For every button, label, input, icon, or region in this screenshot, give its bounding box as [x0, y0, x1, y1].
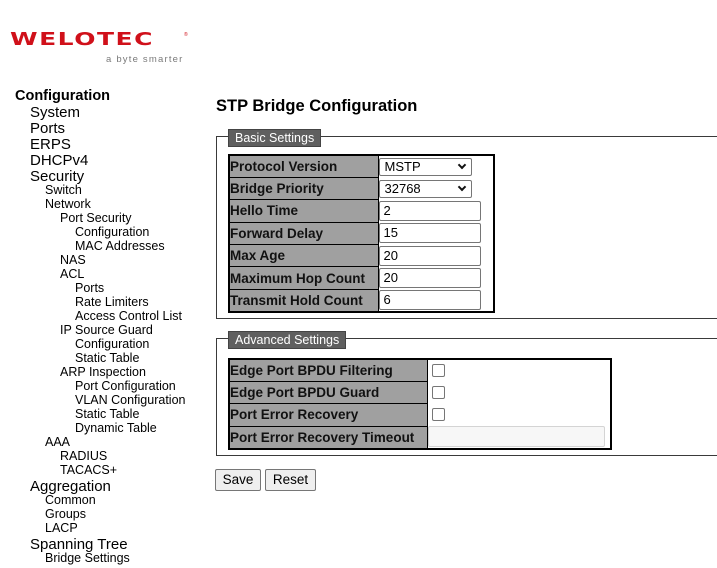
- sidebar-item-lacp[interactable]: LACP: [45, 521, 78, 535]
- registered-mark-icon: ®: [184, 32, 188, 38]
- table-row: Bridge Priority 32768: [228, 176, 494, 201]
- sidebar-item-configuration[interactable]: Configuration: [75, 337, 149, 351]
- bridge-priority-select[interactable]: 32768: [378, 179, 472, 198]
- error-recovery-label: Port Error Recovery: [228, 403, 428, 427]
- table-row: Edge Port BPDU Guard: [228, 380, 611, 405]
- forward-delay-input[interactable]: 15: [378, 223, 481, 244]
- bpdu-guard-checkbox[interactable]: [431, 386, 445, 400]
- sidebar-item-switch[interactable]: Switch: [45, 183, 82, 197]
- sidebar-item-vlan-configuration[interactable]: VLAN Configuration: [75, 393, 185, 407]
- bpdu-guard-label: Edge Port BPDU Guard: [228, 380, 428, 405]
- sidebar-item-rate-limiters[interactable]: Rate Limiters: [75, 295, 149, 309]
- sidebar-item-acl[interactable]: ACL: [60, 267, 84, 281]
- save-button[interactable]: Save: [215, 469, 261, 491]
- sidebar-item-mac-addresses[interactable]: MAC Addresses: [75, 239, 165, 253]
- chevron-down-icon: [457, 160, 466, 169]
- error-recovery-timeout-label: Port Error Recovery Timeout: [228, 425, 428, 450]
- forward-delay-label: Forward Delay: [228, 221, 379, 246]
- sidebar-item-configuration[interactable]: Configuration: [75, 225, 149, 239]
- bpdu-filtering-label: Edge Port BPDU Filtering: [228, 358, 428, 382]
- tx-hold-count-input[interactable]: 6: [378, 290, 481, 311]
- welotec-logo: WELOTEC ® a byte smarter: [10, 30, 190, 70]
- advanced-settings-fieldset: Advanced Settings Edge Port BPDU Filteri…: [216, 331, 717, 456]
- advanced-settings-legend: Advanced Settings: [228, 331, 347, 349]
- table-row: Port Error Recovery Timeout: [228, 425, 611, 450]
- sidebar-item-network[interactable]: Network: [45, 197, 91, 211]
- table-row: Port Error Recovery: [228, 403, 611, 427]
- protocol-version-label: Protocol Version: [228, 154, 379, 178]
- sidebar-item-dynamic-table[interactable]: Dynamic Table: [75, 421, 157, 435]
- table-row: Maximum Hop Count 20: [228, 266, 494, 290]
- sidebar-item-groups[interactable]: Groups: [45, 507, 86, 521]
- basic-settings-fieldset: Basic Settings Protocol Version MSTP Bri…: [216, 129, 717, 319]
- sidebar-item-dhcpv4[interactable]: DHCPv4: [30, 152, 88, 169]
- sidebar-item-system[interactable]: System: [30, 104, 80, 121]
- sidebar-item-ports[interactable]: Ports: [75, 281, 104, 295]
- table-row: Hello Time 2: [228, 199, 494, 223]
- table-row: Transmit Hold Count 6: [228, 288, 494, 313]
- hello-time-input[interactable]: 2: [378, 200, 481, 221]
- max-age-input[interactable]: 20: [378, 245, 481, 266]
- sidebar-item-ports[interactable]: Ports: [30, 120, 65, 137]
- sidebar-item-static-table[interactable]: Static Table: [75, 407, 139, 421]
- chevron-down-icon: [457, 182, 466, 191]
- protocol-version-value: MSTP: [384, 158, 421, 174]
- sidebar-item-erps[interactable]: ERPS: [30, 136, 71, 153]
- page-title: STP Bridge Configuration: [216, 97, 418, 115]
- sidebar-item-configuration[interactable]: Configuration: [15, 88, 110, 104]
- table-row: Max Age 20: [228, 244, 494, 268]
- sidebar-item-radius[interactable]: RADIUS: [60, 449, 107, 463]
- table-row: Edge Port BPDU Filtering: [228, 358, 611, 382]
- reset-button[interactable]: Reset: [265, 469, 316, 491]
- sidebar-item-static-table[interactable]: Static Table: [75, 351, 139, 365]
- sidebar-item-access-control-list[interactable]: Access Control List: [75, 309, 182, 323]
- sidebar-item-nas[interactable]: NAS: [60, 253, 86, 267]
- sidebar-item-aaa[interactable]: AAA: [45, 435, 70, 449]
- sidebar-item-common[interactable]: Common: [45, 493, 96, 507]
- sidebar-item-port-security[interactable]: Port Security: [60, 211, 132, 225]
- max-age-label: Max Age: [228, 244, 379, 268]
- max-hop-count-input[interactable]: 20: [378, 268, 481, 289]
- max-hop-count-label: Maximum Hop Count: [228, 266, 379, 290]
- protocol-version-select[interactable]: MSTP: [378, 157, 472, 176]
- table-row: Protocol Version MSTP: [228, 154, 494, 178]
- basic-settings-legend: Basic Settings: [228, 129, 322, 147]
- bridge-priority-label: Bridge Priority: [228, 176, 379, 201]
- sidebar-item-ip-source-guard[interactable]: IP Source Guard: [60, 323, 153, 337]
- error-recovery-checkbox[interactable]: [431, 408, 445, 422]
- bpdu-filtering-checkbox[interactable]: [431, 364, 445, 378]
- advanced-settings-table: Edge Port BPDU Filtering Edge Port BPDU …: [228, 358, 612, 450]
- hello-time-label: Hello Time: [228, 199, 379, 223]
- tx-hold-count-label: Transmit Hold Count: [228, 288, 379, 313]
- table-row: Forward Delay 15: [228, 221, 494, 246]
- error-recovery-timeout-input[interactable]: [427, 426, 605, 448]
- sidebar-item-arp-inspection[interactable]: ARP Inspection: [60, 365, 146, 379]
- logo-tagline: a byte smarter: [106, 54, 184, 65]
- basic-settings-table: Protocol Version MSTP Bridge Priority 32…: [228, 154, 495, 313]
- bridge-priority-value: 32768: [384, 180, 421, 196]
- sidebar-item-tacacs[interactable]: TACACS+: [60, 463, 117, 477]
- logo-wordmark: WELOTEC: [10, 28, 154, 50]
- sidebar-item-port-configuration[interactable]: Port Configuration: [75, 379, 176, 393]
- sidebar-item-bridge-settings[interactable]: Bridge Settings: [45, 551, 130, 565]
